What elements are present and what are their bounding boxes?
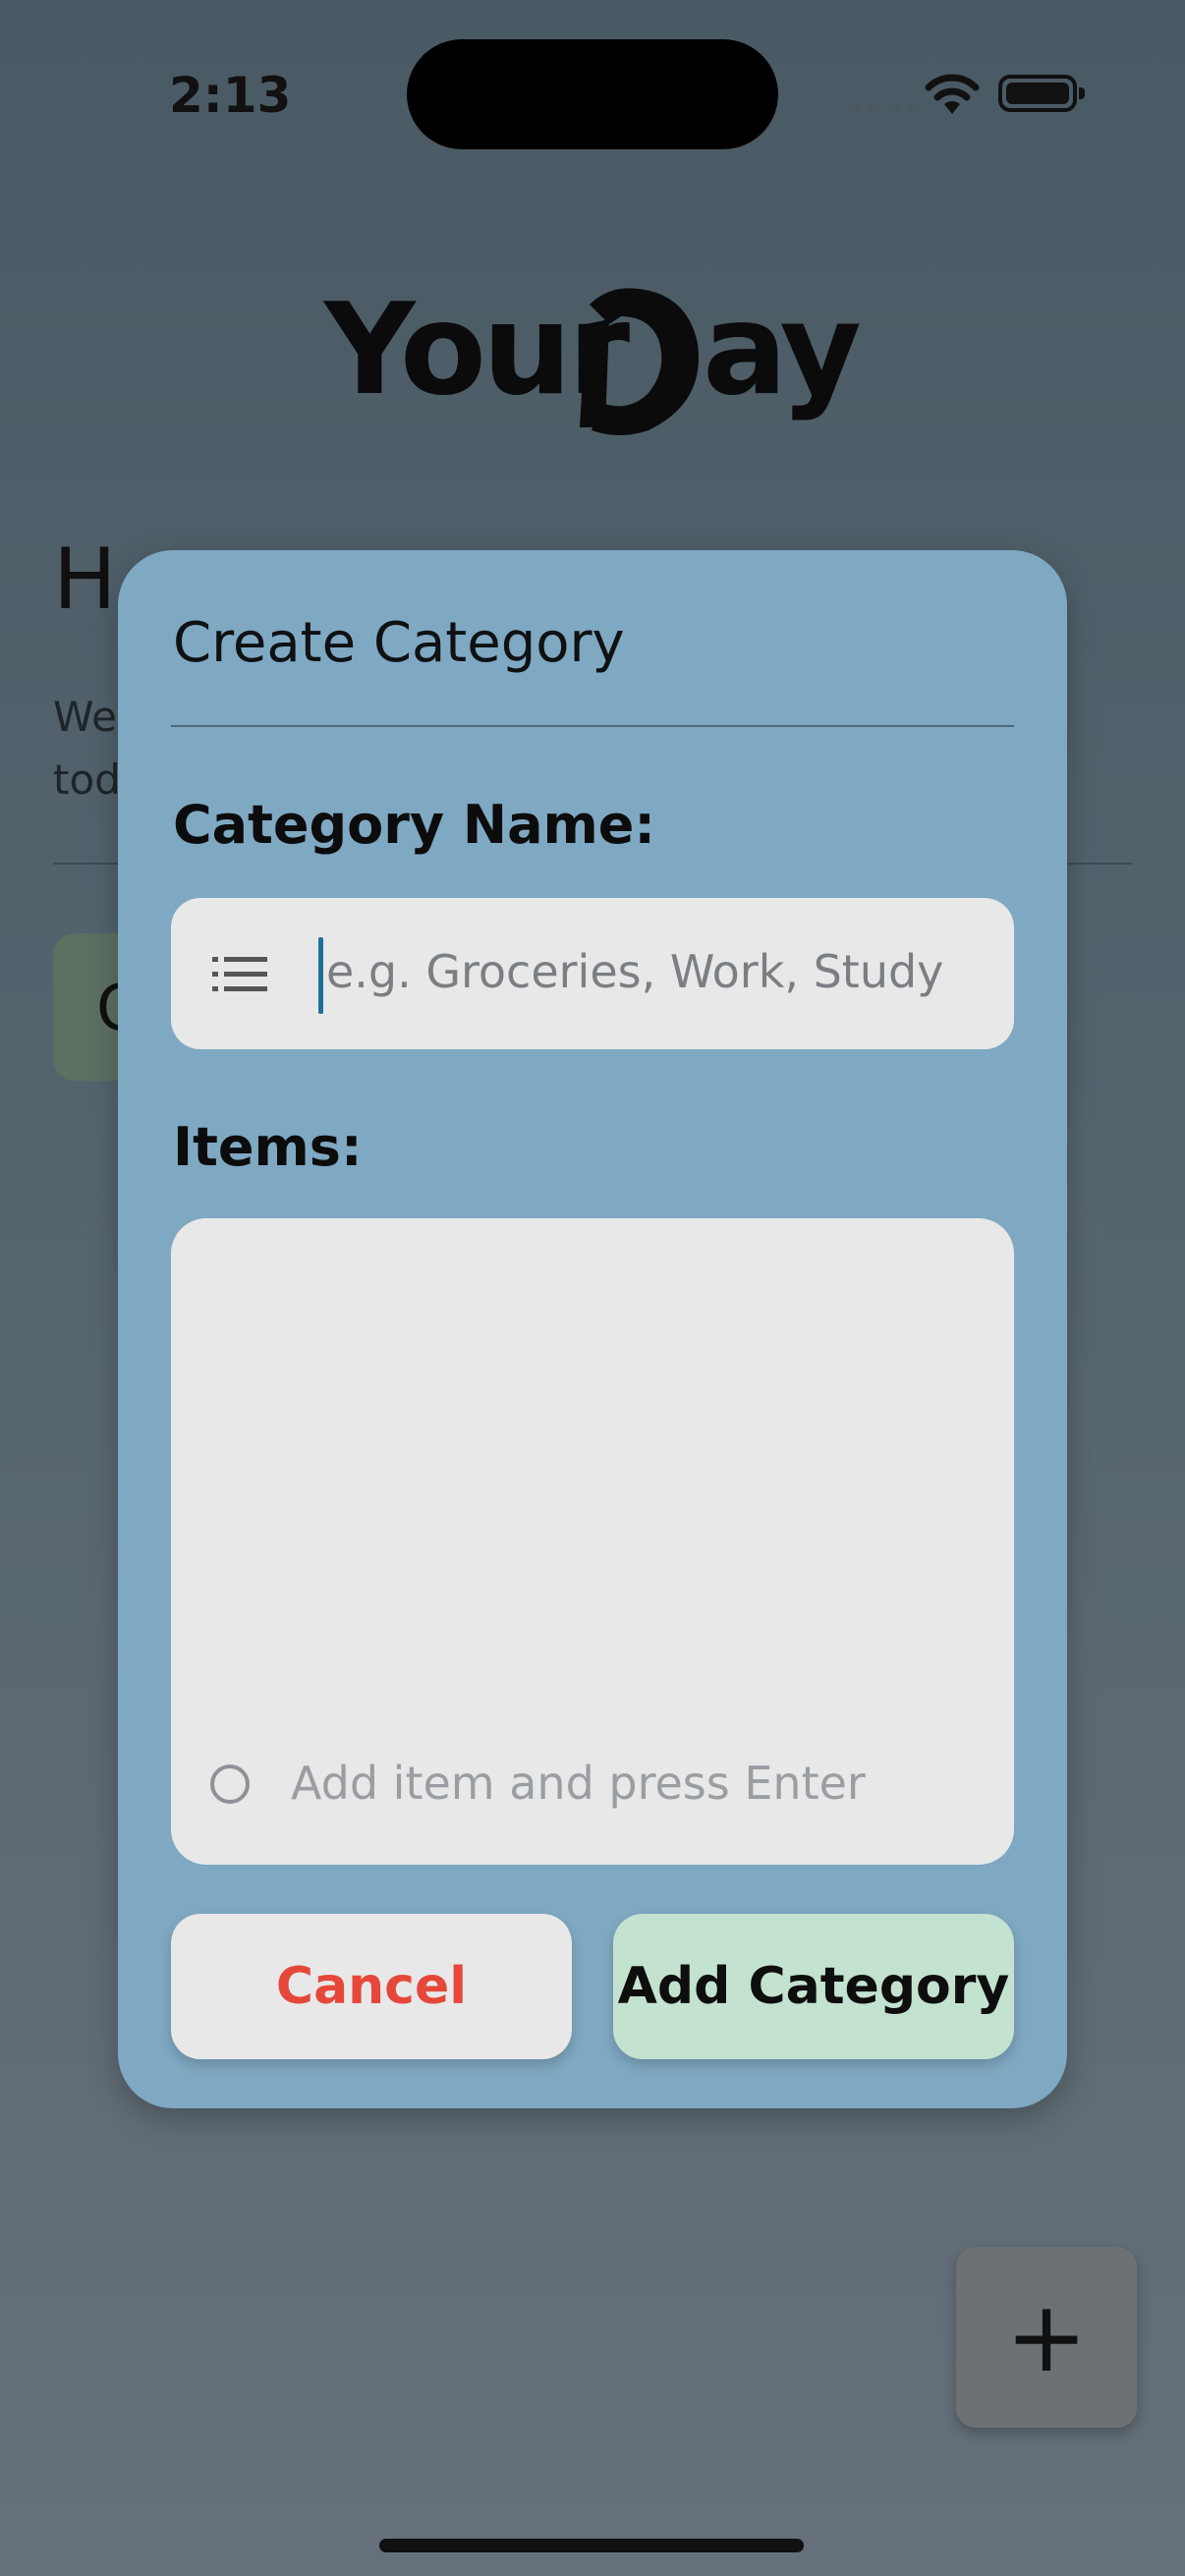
status-bar: 2:13 [0, 0, 1185, 187]
add-item-input[interactable]: Add item and press Enter [291, 1757, 866, 1810]
category-name-label: Category Name: [173, 794, 656, 856]
svg-text:ay: ay [703, 277, 860, 423]
cancel-button[interactable]: Cancel [171, 1914, 572, 2059]
status-time: 2:13 [169, 67, 292, 124]
items-list-box[interactable]: Add item and press Enter [171, 1218, 1014, 1865]
text-caret [318, 937, 323, 1014]
create-category-modal: Create Category Category Name: e.g. Groc… [118, 550, 1067, 2108]
cellular-signal-icon [849, 102, 920, 114]
items-label: Items: [173, 1116, 363, 1178]
add-category-fab[interactable]: + [956, 2247, 1137, 2428]
greeting-heading: H [53, 531, 117, 629]
add-category-button[interactable]: Add Category [613, 1914, 1014, 2059]
modal-divider [171, 725, 1014, 727]
battery-icon [998, 75, 1085, 112]
category-name-placeholder: e.g. Groceries, Work, Study [326, 945, 944, 998]
wifi-icon [925, 74, 980, 114]
list-icon [212, 957, 267, 991]
dynamic-island [407, 39, 778, 149]
home-indicator[interactable] [379, 2539, 804, 2552]
modal-title: Create Category [173, 611, 625, 675]
category-name-input[interactable]: e.g. Groceries, Work, Study [171, 898, 1014, 1049]
radio-circle-icon [210, 1764, 250, 1804]
plus-icon: + [1005, 2279, 1088, 2394]
app-logo: Your ay [322, 277, 864, 435]
